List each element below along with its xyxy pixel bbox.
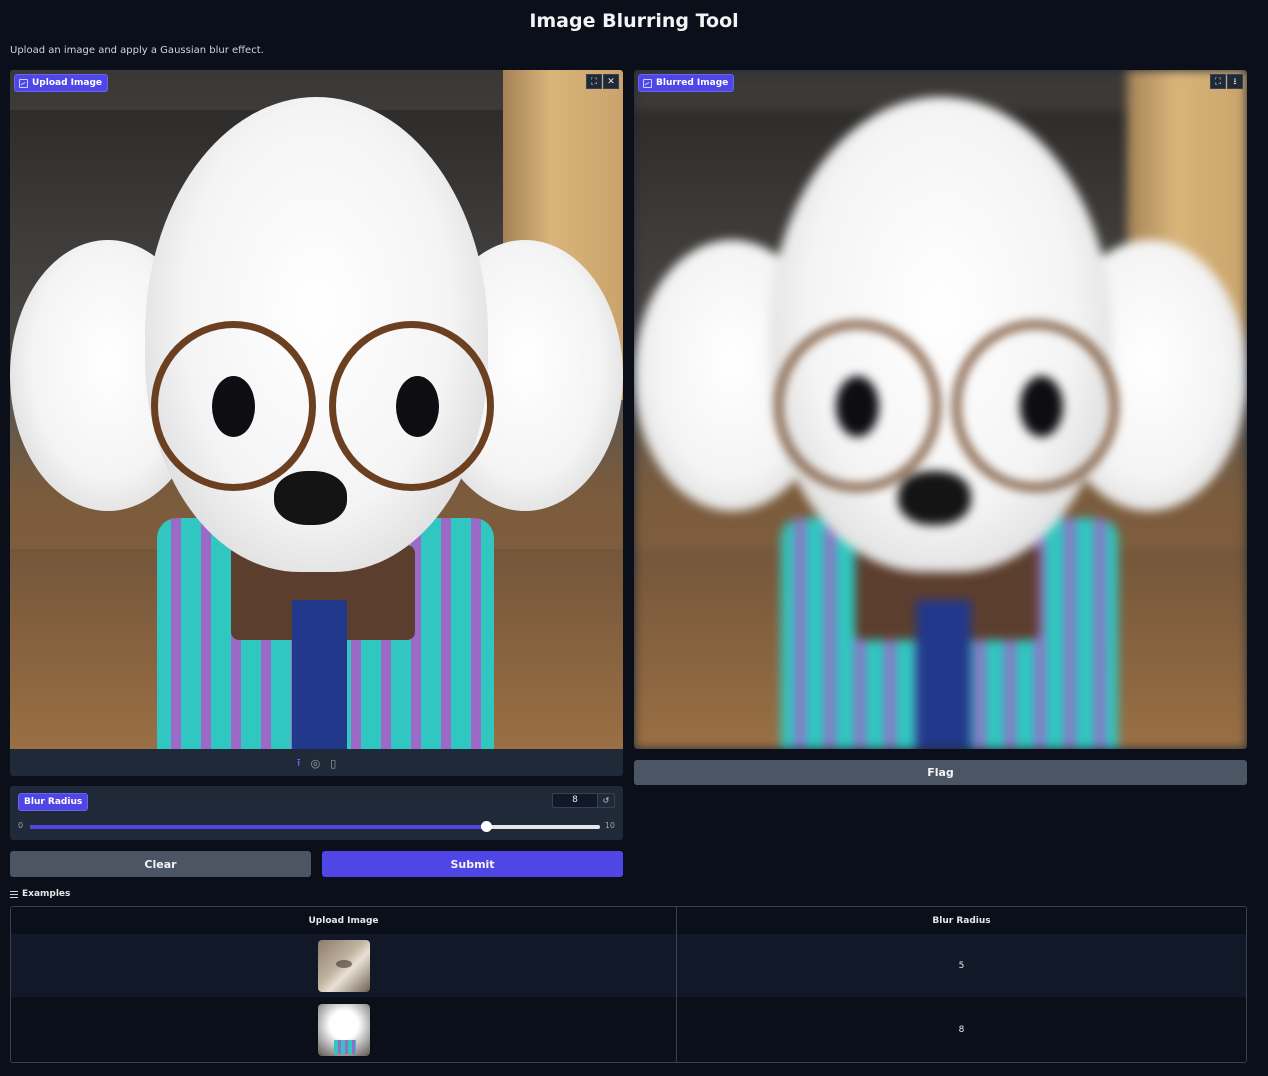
- flag-button[interactable]: Flag: [634, 760, 1247, 785]
- upload-icon[interactable]: ⭱: [297, 754, 301, 773]
- slider-min-label: 0: [18, 821, 24, 830]
- examples-heading-text: Examples: [22, 889, 71, 899]
- fullscreen-icon[interactable]: ⛶: [586, 74, 602, 89]
- slider-max-label: 10: [604, 821, 615, 830]
- list-icon: [10, 890, 18, 898]
- output-image-label: Blurred Image: [638, 74, 735, 92]
- blur-radius-number-input[interactable]: 8: [552, 793, 598, 808]
- blur-radius-label: Blur Radius: [18, 793, 89, 811]
- input-image-label: Upload Image: [14, 74, 109, 92]
- input-image-panel[interactable]: Upload Image ⛶ ✕ ⭱ ◎ ▯: [10, 70, 623, 776]
- webcam-icon[interactable]: ◎: [311, 757, 321, 770]
- blur-radius-cell: 5: [958, 960, 965, 971]
- close-icon[interactable]: ✕: [603, 74, 619, 89]
- fullscreen-icon[interactable]: ⛶: [1210, 74, 1226, 89]
- column-header: Blur Radius: [932, 915, 991, 926]
- image-icon: [643, 78, 652, 88]
- table-header-row: Upload Image Blur Radius: [11, 907, 1246, 934]
- reset-icon[interactable]: ↺: [598, 793, 615, 808]
- slider-thumb[interactable]: [481, 821, 492, 832]
- image-icon: [19, 78, 28, 88]
- examples-table: Upload Image Blur Radius 5 8: [10, 906, 1247, 1063]
- slider-fill: [30, 825, 486, 829]
- clipboard-icon[interactable]: ▯: [330, 757, 336, 770]
- examples-heading: Examples: [10, 889, 70, 899]
- page-title: Image Blurring Tool: [529, 10, 739, 32]
- input-image-label-text: Upload Image: [32, 78, 103, 88]
- page-description: Upload an image and apply a Gaussian blu…: [10, 45, 264, 56]
- download-icon[interactable]: ⭳: [1227, 74, 1243, 89]
- input-image: [10, 70, 623, 749]
- input-source-toolbar: ⭱ ◎ ▯: [10, 750, 623, 776]
- table-row[interactable]: 8: [11, 997, 1246, 1062]
- blur-radius-slider[interactable]: [30, 821, 600, 832]
- blur-radius-slider-block: Blur Radius 8 ↺ 0 10: [10, 786, 623, 840]
- output-image: [634, 70, 1247, 749]
- table-row[interactable]: 5: [11, 934, 1246, 997]
- output-image-label-text: Blurred Image: [656, 78, 729, 88]
- clear-button[interactable]: Clear: [10, 851, 311, 877]
- dog-thumbnail[interactable]: [317, 1003, 370, 1056]
- column-header: Upload Image: [11, 907, 677, 934]
- output-image-panel: Blurred Image ⛶ ⭳: [634, 70, 1247, 749]
- blur-radius-cell: 8: [958, 1024, 965, 1035]
- submit-button[interactable]: Submit: [322, 851, 623, 877]
- cat-thumbnail[interactable]: [317, 939, 370, 992]
